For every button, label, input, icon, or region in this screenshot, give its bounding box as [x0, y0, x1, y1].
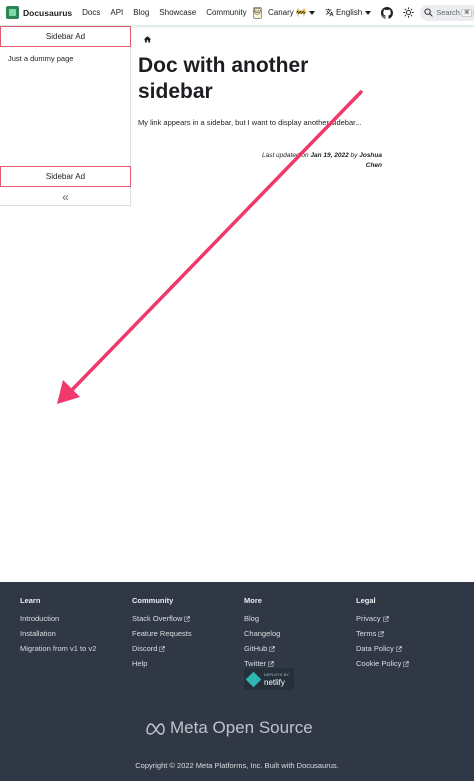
- language-dropdown[interactable]: English: [325, 8, 372, 17]
- github-link[interactable]: [381, 6, 394, 19]
- footer-link-label: Cookie Policy: [356, 659, 402, 668]
- footer-link-help[interactable]: Help: [132, 659, 242, 668]
- github-icon: [381, 6, 394, 19]
- search-icon: [424, 8, 433, 17]
- footer: Learn Introduction Installation Migratio…: [0, 582, 474, 781]
- footer-link-label: Privacy: [356, 614, 381, 623]
- last-updated-prefix: Last updated: [261, 152, 300, 159]
- footer-link-label: Discord: [132, 644, 158, 653]
- footer-link-label: Installation: [20, 629, 56, 638]
- canary-badge-icon[interactable]: 🐱: [252, 6, 262, 19]
- chevron-down-icon: [308, 10, 315, 15]
- version-dropdown[interactable]: Canary 🚧: [268, 8, 315, 17]
- kbd-command-key: ⌘: [460, 8, 473, 17]
- footer-link-migration[interactable]: Migration from v1 to v2: [20, 644, 130, 653]
- sun-icon: [403, 7, 414, 18]
- doc-sidebar: Sidebar Ad Just a dummy page Sidebar Ad …: [0, 26, 131, 206]
- footer-link-feature-requests[interactable]: Feature Requests: [132, 629, 242, 638]
- doc-paragraph: My link appears in a sidebar, but I want…: [138, 118, 362, 127]
- page-title: Doc with another sidebar: [138, 54, 309, 103]
- footer-column-learn: Learn Introduction Installation Migratio…: [20, 596, 130, 659]
- brand-title: Docusaurus: [23, 7, 73, 18]
- footer-link-privacy[interactable]: Privacy: [356, 614, 466, 623]
- footer-link-blog[interactable]: Blog: [244, 614, 354, 623]
- annotation-arrow-head: [57, 380, 80, 404]
- theme-toggle[interactable]: [403, 7, 414, 19]
- docusaurus-logo-icon: [6, 6, 19, 19]
- last-updated-on: on: [301, 152, 309, 159]
- footer-link-github[interactable]: GitHub: [244, 644, 354, 653]
- footer-link-cookie-policy[interactable]: Cookie Policy: [356, 659, 466, 668]
- footer-link-label: Changelog: [244, 629, 281, 638]
- footer-link-stack-overflow[interactable]: Stack Overflow: [132, 614, 242, 623]
- footer-column-title: Community: [132, 596, 174, 605]
- meta-infinity-icon: [146, 723, 165, 735]
- footer-link-label: Stack Overflow: [132, 614, 183, 623]
- footer-link-label: Introduction: [20, 614, 60, 623]
- language-label: English: [335, 8, 363, 17]
- search-placeholder: Search: [436, 8, 460, 17]
- last-updated: Last updated on Jan 19, 2022 by Joshua C…: [250, 151, 382, 170]
- version-label: Canary 🚧: [267, 8, 306, 17]
- translate-icon: [325, 8, 334, 17]
- footer-link-introduction[interactable]: Introduction: [20, 614, 130, 623]
- navbar: Docusaurus Docs API Blog Showcase Commun…: [0, 0, 474, 26]
- double-chevron-left-icon: «: [62, 190, 69, 204]
- last-updated-date: Jan 19, 2022: [310, 152, 349, 159]
- search-button[interactable]: Search ⌘ K: [420, 4, 474, 21]
- nav-link-showcase[interactable]: Showcase: [159, 8, 196, 17]
- external-link-icon: [268, 660, 275, 667]
- netlify-badge[interactable]: DEPLOYS BY netlify: [244, 668, 294, 690]
- home-icon[interactable]: [143, 35, 152, 44]
- meta-open-source-logo[interactable]: Meta Open Source: [144, 718, 313, 738]
- external-link-icon: [382, 615, 389, 622]
- footer-link-label: GitHub: [244, 644, 268, 653]
- nav-link-community[interactable]: Community: [206, 8, 246, 17]
- external-link-icon: [378, 630, 385, 637]
- footer-link-discord[interactable]: Discord: [132, 644, 242, 653]
- footer-link-label: Help: [132, 659, 148, 668]
- sidebar-ad-bottom[interactable]: Sidebar Ad: [0, 166, 131, 187]
- sidebar-ad-top[interactable]: Sidebar Ad: [0, 26, 131, 47]
- footer-link-installation[interactable]: Installation: [20, 629, 130, 638]
- footer-column-more: More Blog Changelog GitHub Twitter: [244, 596, 354, 674]
- netlify-logo-icon: [245, 671, 262, 687]
- footer-link-label: Data Policy: [356, 644, 394, 653]
- copyright: Copyright © 2022 Meta Platforms, Inc. Bu…: [135, 761, 339, 770]
- last-updated-author: Joshua Chen: [359, 152, 382, 169]
- external-link-icon: [184, 615, 191, 622]
- nav-link-api[interactable]: API: [110, 8, 123, 17]
- footer-link-changelog[interactable]: Changelog: [244, 629, 354, 638]
- nav-link-docs[interactable]: Docs: [82, 8, 100, 17]
- nav-link-blog[interactable]: Blog: [133, 8, 149, 17]
- footer-link-label: Twitter: [244, 659, 267, 668]
- footer-column-title: Legal: [356, 596, 376, 605]
- footer-column-title: More: [244, 596, 262, 605]
- footer-column-title: Learn: [20, 596, 41, 605]
- footer-column-legal: Legal Privacy Terms Data Policy Cookie P…: [356, 596, 466, 674]
- external-link-icon: [269, 645, 276, 652]
- footer-link-label: Terms: [356, 629, 377, 638]
- meta-open-source-text: Meta Open Source: [170, 718, 313, 737]
- external-link-icon: [159, 645, 166, 652]
- footer-link-twitter[interactable]: Twitter: [244, 659, 354, 668]
- last-updated-by: by: [350, 152, 358, 159]
- sidebar-item-dummy-page[interactable]: Just a dummy page: [8, 54, 73, 63]
- brand-link[interactable]: Docusaurus: [6, 6, 72, 19]
- external-link-icon: [403, 660, 410, 667]
- collapse-sidebar-button[interactable]: «: [0, 189, 131, 205]
- footer-link-data-policy[interactable]: Data Policy: [356, 644, 466, 653]
- footer-column-community: Community Stack Overflow Feature Request…: [132, 596, 242, 674]
- external-link-icon: [396, 645, 402, 652]
- netlify-text: DEPLOYS BY netlify: [264, 672, 289, 687]
- footer-link-label: Migration from v1 to v2: [20, 644, 97, 653]
- footer-link-label: Feature Requests: [132, 629, 192, 638]
- netlify-wordmark: netlify: [264, 678, 285, 687]
- footer-link-terms[interactable]: Terms: [356, 629, 466, 638]
- chevron-down-icon: [365, 10, 372, 15]
- footer-link-label: Blog: [244, 614, 260, 623]
